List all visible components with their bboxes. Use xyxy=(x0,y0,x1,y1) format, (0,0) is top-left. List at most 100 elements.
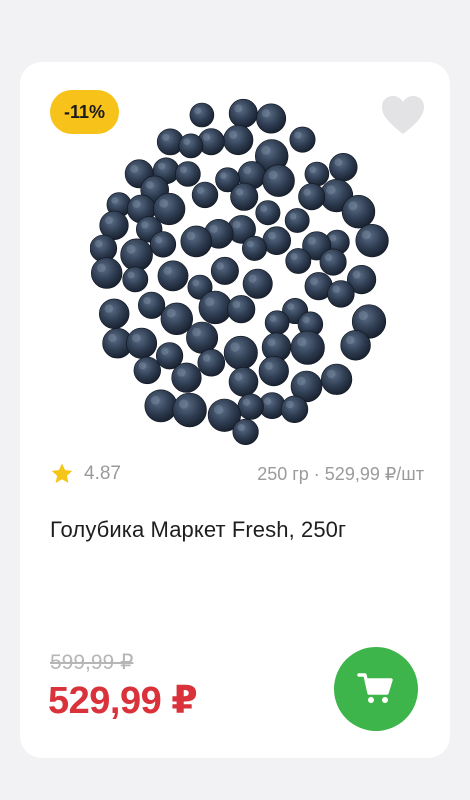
blueberry-highlight xyxy=(209,224,218,233)
rating: 4.87 xyxy=(50,462,121,486)
blueberry-highlight xyxy=(289,212,297,220)
blueberry-highlight xyxy=(97,263,106,273)
blueberry-highlight xyxy=(108,333,117,343)
blueberry xyxy=(262,164,295,197)
blueberry-highlight xyxy=(216,262,224,270)
blueberry-highlight xyxy=(358,310,368,321)
blueberry-highlight xyxy=(162,133,170,141)
blueberry xyxy=(228,98,258,128)
blueberry xyxy=(290,330,325,365)
blueberry xyxy=(171,362,202,393)
blueberry-highlight xyxy=(159,199,169,208)
blueberry xyxy=(304,161,330,187)
blueberry-highlight xyxy=(228,130,238,139)
blueberry xyxy=(144,389,178,423)
blueberry xyxy=(298,183,326,211)
blueberry-highlight xyxy=(132,333,141,343)
blueberry-highlight xyxy=(104,304,114,313)
blueberry-highlight xyxy=(196,186,205,194)
blueberry xyxy=(289,126,316,153)
blueberry-highlight xyxy=(163,266,172,275)
blueberry xyxy=(180,225,213,258)
blueberry-highlight xyxy=(132,200,141,208)
blueberry-highlight xyxy=(150,395,160,405)
blueberry xyxy=(186,321,219,354)
blueberry xyxy=(230,182,259,211)
blueberry xyxy=(133,356,162,385)
blueberry-highlight xyxy=(303,188,311,196)
blueberry-highlight xyxy=(352,270,361,279)
blueberry-highlight xyxy=(310,277,318,286)
blueberry-highlight xyxy=(237,423,245,432)
blueberry-highlight xyxy=(287,303,295,311)
blueberry-highlight xyxy=(143,297,151,305)
blueberry xyxy=(264,310,290,335)
product-name[interactable]: Голубика Маркет Fresh, 250г xyxy=(50,517,430,543)
blueberry-highlight xyxy=(264,361,273,371)
blueberry xyxy=(256,103,287,134)
blueberry-highlight xyxy=(261,109,270,118)
blueberry-highlight xyxy=(268,170,278,180)
blueberry xyxy=(126,327,158,359)
blueberry-highlight xyxy=(138,362,147,370)
blueberry-highlight xyxy=(242,398,250,406)
blueberry xyxy=(329,152,358,182)
blueberry-highlight xyxy=(192,327,201,337)
product-image[interactable] xyxy=(90,97,390,447)
blueberry-highlight xyxy=(326,369,336,379)
blueberry-highlight xyxy=(232,300,241,309)
pack-info: 250 гр · 529,99 ₽/шт xyxy=(257,463,424,484)
blueberry xyxy=(210,256,239,285)
blueberry-highlight xyxy=(194,107,202,115)
blueberry-highlight xyxy=(202,354,211,362)
blueberry xyxy=(160,302,194,336)
blueberry-highlight xyxy=(127,271,135,279)
blueberry-highlight xyxy=(214,405,224,415)
blueberry-highlight xyxy=(296,376,306,386)
rating-value: 4.87 xyxy=(84,463,121,484)
blueberry-highlight xyxy=(145,181,154,189)
blueberry xyxy=(237,393,264,420)
blueberry-highlight xyxy=(177,368,186,377)
blueberry-highlight xyxy=(269,315,277,322)
blueberry-highlight xyxy=(302,316,310,324)
blueberry xyxy=(327,280,355,308)
blueberry-highlight xyxy=(346,335,355,345)
blueberry-highlight xyxy=(126,244,136,254)
blueberry xyxy=(122,266,149,293)
blueberry-highlight xyxy=(246,240,254,248)
blueberry-highlight xyxy=(260,205,267,212)
blueberry xyxy=(255,200,281,226)
blueberry xyxy=(285,248,312,274)
blueberry-highlight xyxy=(234,104,243,113)
blueberry xyxy=(284,208,310,233)
blueberry-highlight xyxy=(263,397,272,405)
blueberry xyxy=(228,366,259,397)
blueberry xyxy=(223,335,258,370)
blueberry xyxy=(191,181,219,209)
blueberry xyxy=(262,226,291,255)
star-icon xyxy=(51,463,73,483)
blueberry xyxy=(172,392,207,428)
blueberry xyxy=(258,356,289,387)
blueberry-highlight xyxy=(232,220,241,229)
add-to-cart-button[interactable] xyxy=(334,647,418,731)
blueberry xyxy=(189,102,215,128)
blueberry xyxy=(340,330,371,361)
blueberry-highlight xyxy=(111,197,119,204)
blueberry-highlight xyxy=(155,236,163,244)
blueberry xyxy=(120,238,153,272)
blueberry-highlight xyxy=(348,201,358,211)
blueberry-highlight xyxy=(141,221,149,229)
blueberry xyxy=(232,418,259,446)
blueberry-highlight xyxy=(179,399,189,409)
blueberry-highlight xyxy=(105,216,113,225)
blueberry-highlight xyxy=(290,253,298,260)
product-card[interactable]: -11% 4.87 250 гр · 529,99 ₽/шт Голубика … xyxy=(20,62,450,758)
blueberry xyxy=(321,363,353,395)
blueberry xyxy=(137,291,166,319)
blueberry-highlight xyxy=(183,138,191,145)
blueberry-highlight xyxy=(243,166,252,175)
blueberry xyxy=(280,395,309,423)
old-price: 599,99 ₽ xyxy=(50,651,134,674)
